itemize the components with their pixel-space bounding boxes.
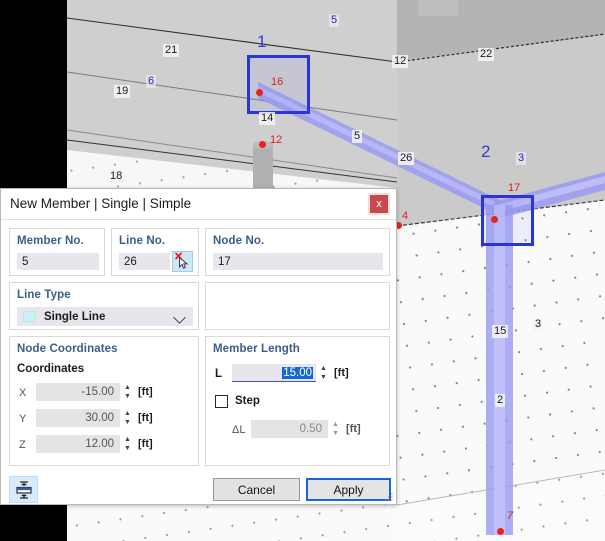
member-no-label: Member No. xyxy=(17,235,84,247)
line-type-group: Line Type Single Line xyxy=(9,282,199,330)
empty-panel xyxy=(205,282,390,330)
delta-l-input[interactable]: 0.50 xyxy=(251,420,328,438)
coord-y-unit: [ft] xyxy=(138,412,153,424)
apply-button[interactable]: Apply xyxy=(306,478,391,501)
viewport-label: 2 xyxy=(495,394,506,407)
node-no-group: Node No. 17 xyxy=(205,228,390,276)
dialog-title: New Member | Single | Simple xyxy=(10,196,192,211)
viewport-label: 4 xyxy=(402,210,409,222)
coord-y-stepper[interactable]: ▲ ▼ xyxy=(122,409,133,427)
coord-z-stepper[interactable]: ▲ ▼ xyxy=(122,435,133,453)
delta-l-label: ΔL xyxy=(232,424,246,436)
resize-grip[interactable] xyxy=(384,492,394,502)
line-no-label: Line No. xyxy=(119,235,166,247)
viewport-label: 2 xyxy=(481,142,491,161)
viewport-label: 22 xyxy=(478,48,495,61)
member-length-unit: [ft] xyxy=(334,367,349,379)
node-marker[interactable] xyxy=(497,528,504,535)
viewport-label: 3 xyxy=(533,318,544,331)
viewport-label: 14 xyxy=(259,112,276,125)
coord-z-input[interactable]: 12.00 xyxy=(36,435,120,453)
viewport-label: 3 xyxy=(516,152,527,165)
viewport-label: 18 xyxy=(108,170,125,183)
line-no-group: Line No. 26 xyxy=(111,228,199,276)
viewport-label: 17 xyxy=(508,182,521,194)
line-type-label: Line Type xyxy=(17,289,71,301)
node-coordinates-label: Node Coordinates xyxy=(17,343,118,355)
node-marker[interactable] xyxy=(259,141,266,148)
member-length-label: Member Length xyxy=(213,343,300,355)
cancel-button[interactable]: Cancel xyxy=(213,478,300,501)
viewport-label: 1 xyxy=(257,32,267,51)
coord-axis-y: Y xyxy=(19,413,27,425)
coord-x-unit: [ft] xyxy=(138,386,153,398)
node-marker[interactable] xyxy=(491,216,498,223)
viewport-label: 7 xyxy=(507,510,514,522)
close-icon[interactable]: x xyxy=(368,193,390,215)
viewport-label: 12 xyxy=(392,55,409,68)
selection-box-node-17[interactable] xyxy=(481,195,534,246)
new-member-dialog[interactable]: New Member | Single | Simple x Member No… xyxy=(0,188,397,505)
screen-black-region-left xyxy=(0,0,67,188)
delta-l-unit: [ft] xyxy=(346,423,361,435)
member-length-stepper[interactable]: ▲ ▼ xyxy=(318,364,329,382)
snap-center-icon[interactable] xyxy=(9,476,38,503)
snap-center-glyph xyxy=(15,480,32,499)
step-checkbox[interactable] xyxy=(215,395,228,408)
viewport-label: 5 xyxy=(329,14,340,27)
member-length-value: 15.00 xyxy=(282,366,313,379)
coord-axis-x: X xyxy=(19,387,27,399)
coord-x-stepper[interactable]: ▲ ▼ xyxy=(122,383,133,401)
node-no-label: Node No. xyxy=(213,235,265,247)
viewport-label: 19 xyxy=(114,85,131,98)
member-no-input[interactable]: 5 xyxy=(17,253,99,270)
dialog-titlebar: New Member | Single | Simple x xyxy=(1,189,396,220)
viewport-label: 6 xyxy=(146,75,157,88)
line-type-select[interactable]: Single Line xyxy=(17,307,193,326)
viewport-label: 21 xyxy=(163,44,180,57)
member-no-group: Member No. 5 xyxy=(9,228,105,276)
screen-black-region-bottom xyxy=(0,505,67,541)
line-type-selected-value: Single Line xyxy=(44,310,106,323)
pick-cursor-glyph xyxy=(175,252,189,269)
node-coordinates-group: Node Coordinates Coordinates X -15.00 ▲ ▼… xyxy=(9,336,199,466)
member-length-group: Member Length L 15.00 ▲ ▼ [ft] Step ΔL 0.… xyxy=(205,336,390,466)
length-axis-label: L xyxy=(215,368,223,380)
viewport-label: 26 xyxy=(398,152,415,165)
coord-x-input[interactable]: -15.00 xyxy=(36,383,120,401)
coord-y-input[interactable]: 30.00 xyxy=(36,409,120,427)
coordinates-sub-label: Coordinates xyxy=(17,363,85,375)
delta-l-stepper[interactable]: ▲ ▼ xyxy=(330,420,341,438)
coord-axis-z: Z xyxy=(19,439,26,451)
viewport-label: 12 xyxy=(270,134,283,146)
viewport-label: 16 xyxy=(271,76,284,88)
coord-z-unit: [ft] xyxy=(138,438,153,450)
node-marker[interactable] xyxy=(256,89,263,96)
line-type-color-swatch xyxy=(23,311,36,322)
viewport-label: 5 xyxy=(352,130,363,143)
app-root: 5 21 1 12 22 19 6 16 14 12 18 5 26 2 3 1… xyxy=(0,0,605,541)
pick-cursor-icon[interactable] xyxy=(172,251,193,272)
viewport-label: 15 xyxy=(492,325,509,338)
node-no-input[interactable]: 17 xyxy=(213,253,383,270)
step-label: Step xyxy=(235,395,260,407)
line-no-input[interactable]: 26 xyxy=(119,253,170,270)
member-length-input[interactable]: 15.00 xyxy=(232,364,316,382)
chevron-down-icon[interactable] xyxy=(173,311,186,324)
